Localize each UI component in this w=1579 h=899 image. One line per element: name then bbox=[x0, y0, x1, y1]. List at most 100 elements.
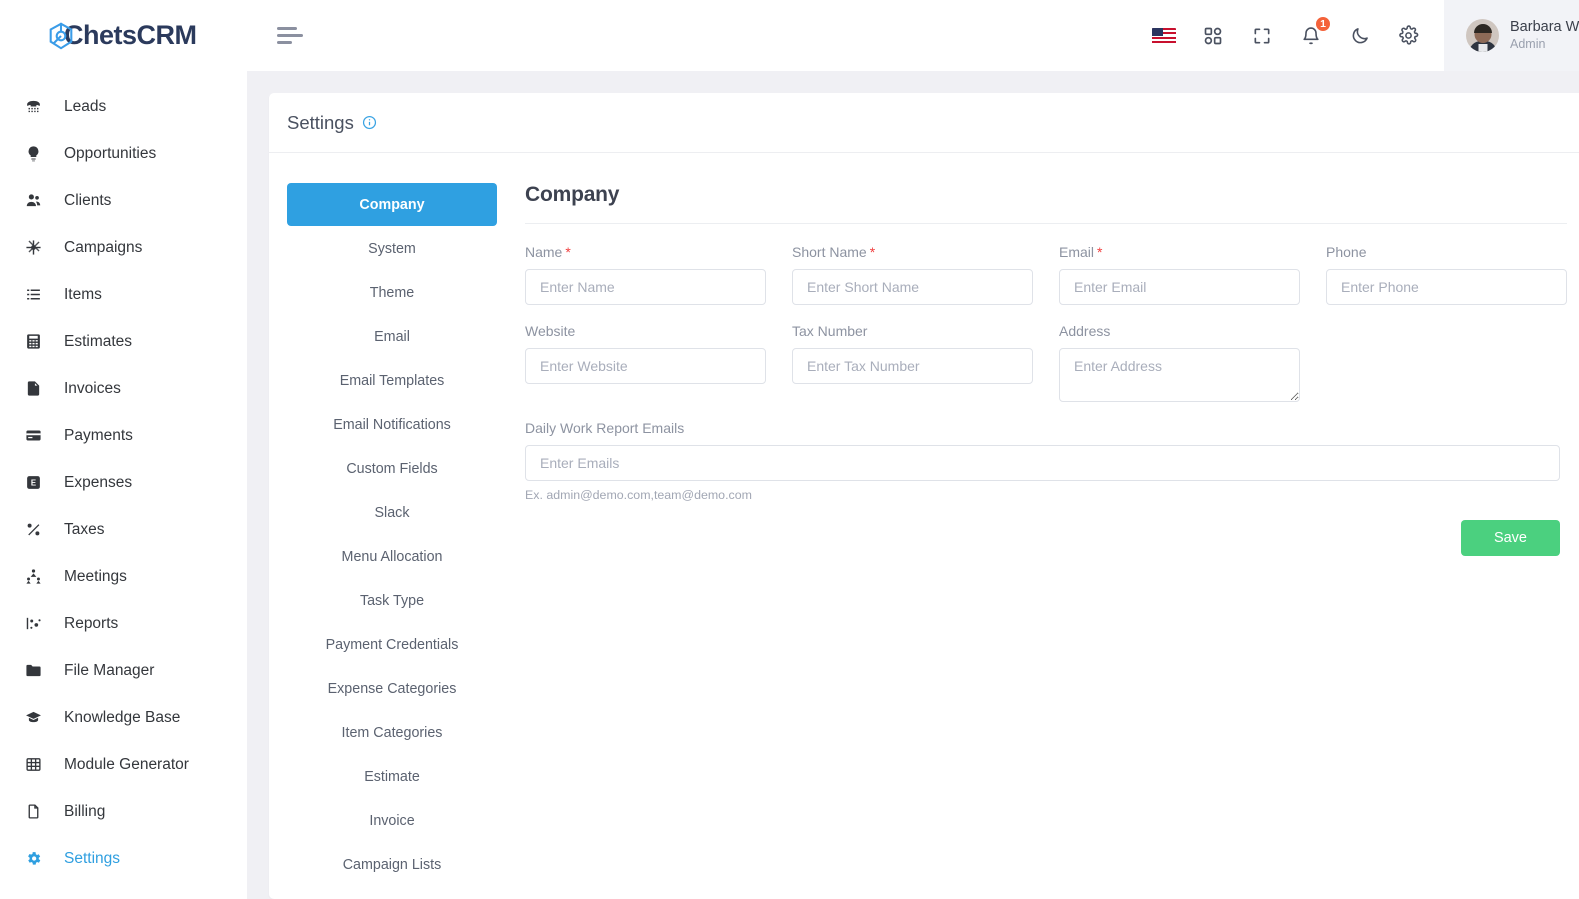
tab-slack[interactable]: Slack bbox=[287, 491, 497, 534]
phone-icon bbox=[22, 98, 44, 115]
sidebar-item-leads[interactable]: Leads bbox=[0, 83, 247, 130]
sidebar-item-knowledge-base[interactable]: Knowledge Base bbox=[0, 694, 247, 741]
grid-apps-icon[interactable] bbox=[1199, 22, 1226, 49]
sidebar-item-label: Leads bbox=[64, 97, 107, 115]
sidebar-item-taxes[interactable]: Taxes bbox=[0, 506, 247, 553]
field-group-website: Website bbox=[525, 323, 766, 402]
notifications-button[interactable]: 1 bbox=[1297, 15, 1332, 49]
hamburger-icon[interactable] bbox=[273, 21, 307, 50]
content-area: Settings Company System Theme Email Emai… bbox=[247, 71, 1579, 899]
field-group-address: Address bbox=[1059, 323, 1300, 402]
divider bbox=[525, 223, 1567, 224]
people-network-icon bbox=[22, 568, 44, 585]
sidebar-item-billing[interactable]: Billing bbox=[0, 788, 247, 835]
sidebar: ChetsCRM Leads Opportunities Clients Cam… bbox=[0, 0, 247, 899]
pane-title: Company bbox=[525, 183, 620, 206]
sidebar-item-label: Reports bbox=[64, 614, 119, 632]
field-group-name: Name * bbox=[525, 244, 766, 305]
card-header: Settings bbox=[269, 93, 1579, 153]
chets-compass-logo-icon bbox=[46, 21, 76, 51]
topbar-settings-icon[interactable] bbox=[1395, 22, 1422, 49]
expense-icon: E bbox=[22, 474, 44, 491]
tab-payment-credentials[interactable]: Payment Credentials bbox=[287, 623, 497, 666]
brand-logo[interactable]: ChetsCRM bbox=[0, 0, 247, 71]
sidebar-item-opportunities[interactable]: Opportunities bbox=[0, 130, 247, 177]
info-icon[interactable] bbox=[362, 115, 377, 130]
sidebar-item-expenses[interactable]: E Expenses bbox=[0, 459, 247, 506]
website-label: Website bbox=[525, 323, 576, 339]
folder-icon bbox=[22, 662, 44, 679]
fullscreen-icon[interactable] bbox=[1248, 22, 1275, 49]
field-group-daily-work-report-emails: Daily Work Report Emails Ex. admin@demo.… bbox=[525, 420, 1567, 502]
sidebar-item-campaigns[interactable]: Campaigns bbox=[0, 224, 247, 271]
sidebar-item-label: Estimates bbox=[64, 332, 133, 350]
document-icon bbox=[22, 803, 44, 820]
language-selector-button[interactable] bbox=[1150, 22, 1177, 49]
card-body: Company System Theme Email Email Templat… bbox=[269, 153, 1579, 887]
sidebar-item-label: Opportunities bbox=[64, 144, 157, 162]
main-area: 1 Barbara W Admin Settings Company Syste… bbox=[247, 0, 1579, 899]
sidebar-item-module-generator[interactable]: Module Generator bbox=[0, 741, 247, 788]
save-button[interactable]: Save bbox=[1460, 520, 1560, 556]
profile-name: Barbara Wilson bbox=[1510, 19, 1579, 36]
dark-mode-toggle-icon[interactable] bbox=[1346, 22, 1373, 49]
daily-work-report-emails-label: Daily Work Report Emails bbox=[525, 420, 685, 436]
tab-task-type[interactable]: Task Type bbox=[287, 579, 497, 622]
notification-badge: 1 bbox=[1314, 15, 1332, 33]
user-profile-menu[interactable]: Barbara Wilson Admin bbox=[1444, 0, 1579, 71]
tab-company[interactable]: Company bbox=[287, 183, 497, 226]
address-textarea[interactable] bbox=[1059, 348, 1300, 402]
phone-input[interactable] bbox=[1326, 269, 1567, 305]
tab-expense-categories[interactable]: Expense Categories bbox=[287, 667, 497, 710]
form-row-2: Website Tax Number bbox=[525, 323, 1567, 402]
tab-invoice[interactable]: Invoice bbox=[287, 799, 497, 842]
tax-number-input[interactable] bbox=[792, 348, 1033, 384]
tax-number-label: Tax Number bbox=[792, 323, 868, 339]
app-root: ChetsCRM Leads Opportunities Clients Cam… bbox=[0, 0, 1579, 899]
sidebar-item-file-manager[interactable]: File Manager bbox=[0, 647, 247, 694]
name-input[interactable] bbox=[525, 269, 766, 305]
gear-icon bbox=[22, 850, 44, 867]
sidebar-item-items[interactable]: Items bbox=[0, 271, 247, 318]
sidebar-item-payments[interactable]: Payments bbox=[0, 412, 247, 459]
required-marker: * bbox=[869, 244, 876, 260]
tab-custom-fields[interactable]: Custom Fields bbox=[287, 447, 497, 490]
sidebar-item-invoices[interactable]: Invoices bbox=[0, 365, 247, 412]
topbar: 1 Barbara W Admin bbox=[247, 0, 1579, 71]
daily-work-report-emails-input[interactable] bbox=[525, 445, 1560, 481]
short-name-input[interactable] bbox=[792, 269, 1033, 305]
email-input[interactable] bbox=[1059, 269, 1300, 305]
tab-menu-allocation[interactable]: Menu Allocation bbox=[287, 535, 497, 578]
sidebar-item-clients[interactable]: Clients bbox=[0, 177, 247, 224]
sidebar-item-label: Expenses bbox=[64, 473, 133, 491]
field-group-email: Email * bbox=[1059, 244, 1300, 305]
graduation-cap-icon bbox=[22, 709, 44, 726]
sidebar-item-label: Taxes bbox=[64, 520, 105, 538]
sidebar-item-label: Clients bbox=[64, 191, 112, 209]
sidebar-nav: Leads Opportunities Clients Campaigns It… bbox=[0, 71, 247, 899]
field-group-phone: Phone bbox=[1326, 244, 1567, 305]
sidebar-item-settings[interactable]: Settings bbox=[0, 835, 247, 882]
phone-label: Phone bbox=[1326, 244, 1367, 260]
tab-system[interactable]: System bbox=[287, 227, 497, 270]
tab-email-notifications[interactable]: Email Notifications bbox=[287, 403, 497, 446]
lightbulb-icon bbox=[22, 145, 44, 162]
tab-estimate[interactable]: Estimate bbox=[287, 755, 497, 798]
tab-item-categories[interactable]: Item Categories bbox=[287, 711, 497, 754]
sidebar-item-estimates[interactable]: Estimates bbox=[0, 318, 247, 365]
sidebar-item-reports[interactable]: Reports bbox=[0, 600, 247, 647]
grid-table-icon bbox=[22, 756, 44, 773]
tab-email-templates[interactable]: Email Templates bbox=[287, 359, 497, 402]
chart-icon bbox=[22, 615, 44, 632]
settings-card: Settings Company System Theme Email Emai… bbox=[269, 93, 1579, 899]
form-actions: Save bbox=[525, 520, 1560, 556]
tab-email[interactable]: Email bbox=[287, 315, 497, 358]
website-input[interactable] bbox=[525, 348, 766, 384]
tab-campaign-lists[interactable]: Campaign Lists bbox=[287, 843, 497, 886]
short-name-label: Short Name * bbox=[792, 244, 876, 260]
email-label: Email * bbox=[1059, 244, 1103, 260]
tab-theme[interactable]: Theme bbox=[287, 271, 497, 314]
field-group-short-name: Short Name * bbox=[792, 244, 1033, 305]
sidebar-item-meetings[interactable]: Meetings bbox=[0, 553, 247, 600]
us-flag-icon bbox=[1151, 27, 1176, 44]
